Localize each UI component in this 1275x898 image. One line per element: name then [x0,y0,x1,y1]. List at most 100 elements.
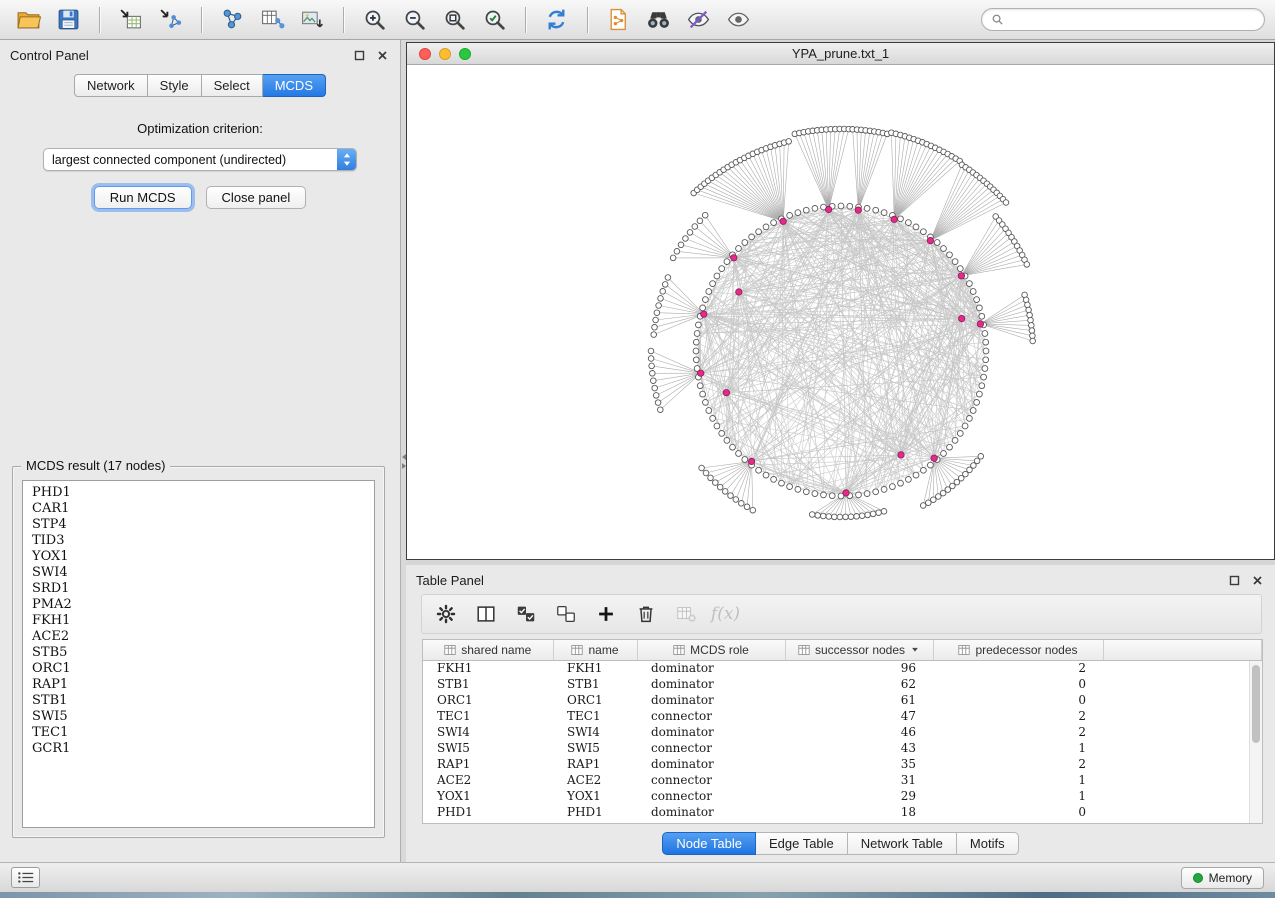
delete-row-button[interactable] [630,599,661,630]
mcds-result-item[interactable]: PMA2 [23,597,374,613]
search-input[interactable] [1009,12,1255,27]
search-box[interactable] [981,8,1265,31]
float-table-panel-button[interactable] [1228,573,1242,587]
tab-mcds[interactable]: MCDS [263,74,326,97]
network-canvas[interactable] [407,65,1274,559]
refresh-button[interactable] [538,4,575,36]
table-row[interactable]: STB1STB1dominator620 [423,676,1262,692]
close-control-panel-button[interactable] [376,48,390,62]
grid-small-icon [444,644,456,656]
show-elements-button[interactable] [720,4,757,36]
toolbar-button-groups [10,4,757,36]
tab-select[interactable]: Select [202,74,263,97]
column-header-predecessor-nodes[interactable]: predecessor nodes [933,640,1103,660]
tab-network-table[interactable]: Network Table [848,832,957,855]
mcds-result-item[interactable]: TID3 [23,533,374,549]
tab-style[interactable]: Style [148,74,202,97]
mcds-result-item[interactable]: STB1 [23,693,374,709]
window-minimize-button[interactable] [439,48,451,60]
mcds-result-title: MCDS result (17 nodes) [21,458,170,473]
select-all-button[interactable] [510,599,541,630]
share-network-button[interactable] [214,4,251,36]
tab-motifs[interactable]: Motifs [957,832,1019,855]
zoom-out-button[interactable] [396,4,433,36]
mcds-result-item[interactable]: SRD1 [23,581,374,597]
tab-node-table[interactable]: Node Table [662,832,756,855]
column-header-name[interactable]: name [553,640,637,660]
column-header-shared-name[interactable]: shared name [423,640,553,660]
mcds-result-item[interactable]: RAP1 [23,677,374,693]
zoom-out-icon [402,7,427,32]
table-row[interactable]: SWI4SWI4dominator462 [423,724,1262,740]
mcds-result-item[interactable]: FKH1 [23,613,374,629]
trash-icon [635,603,657,625]
collapse-left-icon [402,454,406,460]
export-image-button[interactable] [294,4,331,36]
window-close-button[interactable] [419,48,431,60]
save-button[interactable] [50,4,87,36]
table-options-button[interactable] [430,599,461,630]
status-bar: Memory [0,862,1275,892]
grid-small-icon [673,644,685,656]
table-row[interactable]: YOX1YOX1connector291 [423,788,1262,804]
table-row[interactable]: TEC1TEC1connector472 [423,708,1262,724]
table-delete-icon [675,603,697,625]
run-mcds-button[interactable]: Run MCDS [94,186,192,209]
tab-network[interactable]: Network [74,74,148,97]
import-table-button[interactable] [112,4,149,36]
add-row-button[interactable] [590,599,621,630]
show-panels-button[interactable] [11,867,40,888]
close-table-panel-button[interactable] [1251,573,1265,587]
mcds-result-item[interactable]: ORC1 [23,661,374,677]
grid-small-icon [571,644,583,656]
column-header-MCDS-role[interactable]: MCDS role [637,640,785,660]
window-zoom-button[interactable] [459,48,471,60]
network-from-table-button[interactable] [254,4,291,36]
zoom-in-button[interactable] [356,4,393,36]
float-control-panel-button[interactable] [353,48,367,62]
deselect-all-button[interactable] [550,599,581,630]
close-panel-button[interactable]: Close panel [206,186,307,209]
mcds-result-item[interactable]: SWI4 [23,565,374,581]
table-row[interactable]: PHD1PHD1dominator180 [423,804,1262,820]
import-network-button[interactable] [152,4,189,36]
table-scrollbar[interactable] [1249,661,1262,823]
tab-edge-table[interactable]: Edge Table [756,832,848,855]
save-icon [56,7,81,32]
zoom-selected-button[interactable] [476,4,513,36]
mcds-result-item[interactable]: CAR1 [23,501,374,517]
mcds-result-item[interactable]: ACE2 [23,629,374,645]
mcds-result-item[interactable]: SWI5 [23,709,374,725]
table-row[interactable]: SWI5SWI5connector431 [423,740,1262,756]
table-toolbar: f(x) [421,594,1262,634]
table-scrollbar-thumb[interactable] [1252,665,1260,743]
table-row[interactable]: FKH1FKH1dominator962 [423,660,1262,676]
mcds-result-item[interactable]: TEC1 [23,725,374,741]
mcds-result-item[interactable]: GCR1 [23,741,374,757]
table-row[interactable]: ACE2ACE2connector311 [423,772,1262,788]
main-toolbar [0,0,1275,40]
zoom-fit-button[interactable] [436,4,473,36]
export-document-button[interactable] [600,4,637,36]
combo-stepper-icon [337,148,356,171]
column-header-successor-nodes[interactable]: successor nodes [785,640,933,660]
hide-elements-button[interactable] [680,4,717,36]
memory-button[interactable]: Memory [1181,867,1264,889]
table-row[interactable]: ORC1ORC1dominator610 [423,692,1262,708]
mcds-result-item[interactable]: STP4 [23,517,374,533]
mcds-result-item[interactable]: STB5 [23,645,374,661]
show-columns-button[interactable] [470,599,501,630]
zoom-fit-icon [442,7,467,32]
mcds-result-item[interactable]: YOX1 [23,549,374,565]
table-body: FKH1FKH1dominator962STB1STB1dominator620… [423,660,1262,820]
grid-small-icon [958,644,970,656]
network-window-titlebar[interactable]: YPA_prune.txt_1 [407,43,1274,65]
memory-button-label: Memory [1209,871,1252,885]
table-row[interactable]: RAP1RAP1dominator352 [423,756,1262,772]
open-button[interactable] [10,4,47,36]
search-objects-button[interactable] [640,4,677,36]
network-window-title: YPA_prune.txt_1 [407,46,1274,61]
criterion-select[interactable]: largest connected component (undirected) [43,148,357,171]
mcds-result-list[interactable]: PHD1CAR1STP4TID3YOX1SWI4SRD1PMA2FKH1ACE2… [22,480,375,828]
mcds-result-item[interactable]: PHD1 [23,485,374,501]
